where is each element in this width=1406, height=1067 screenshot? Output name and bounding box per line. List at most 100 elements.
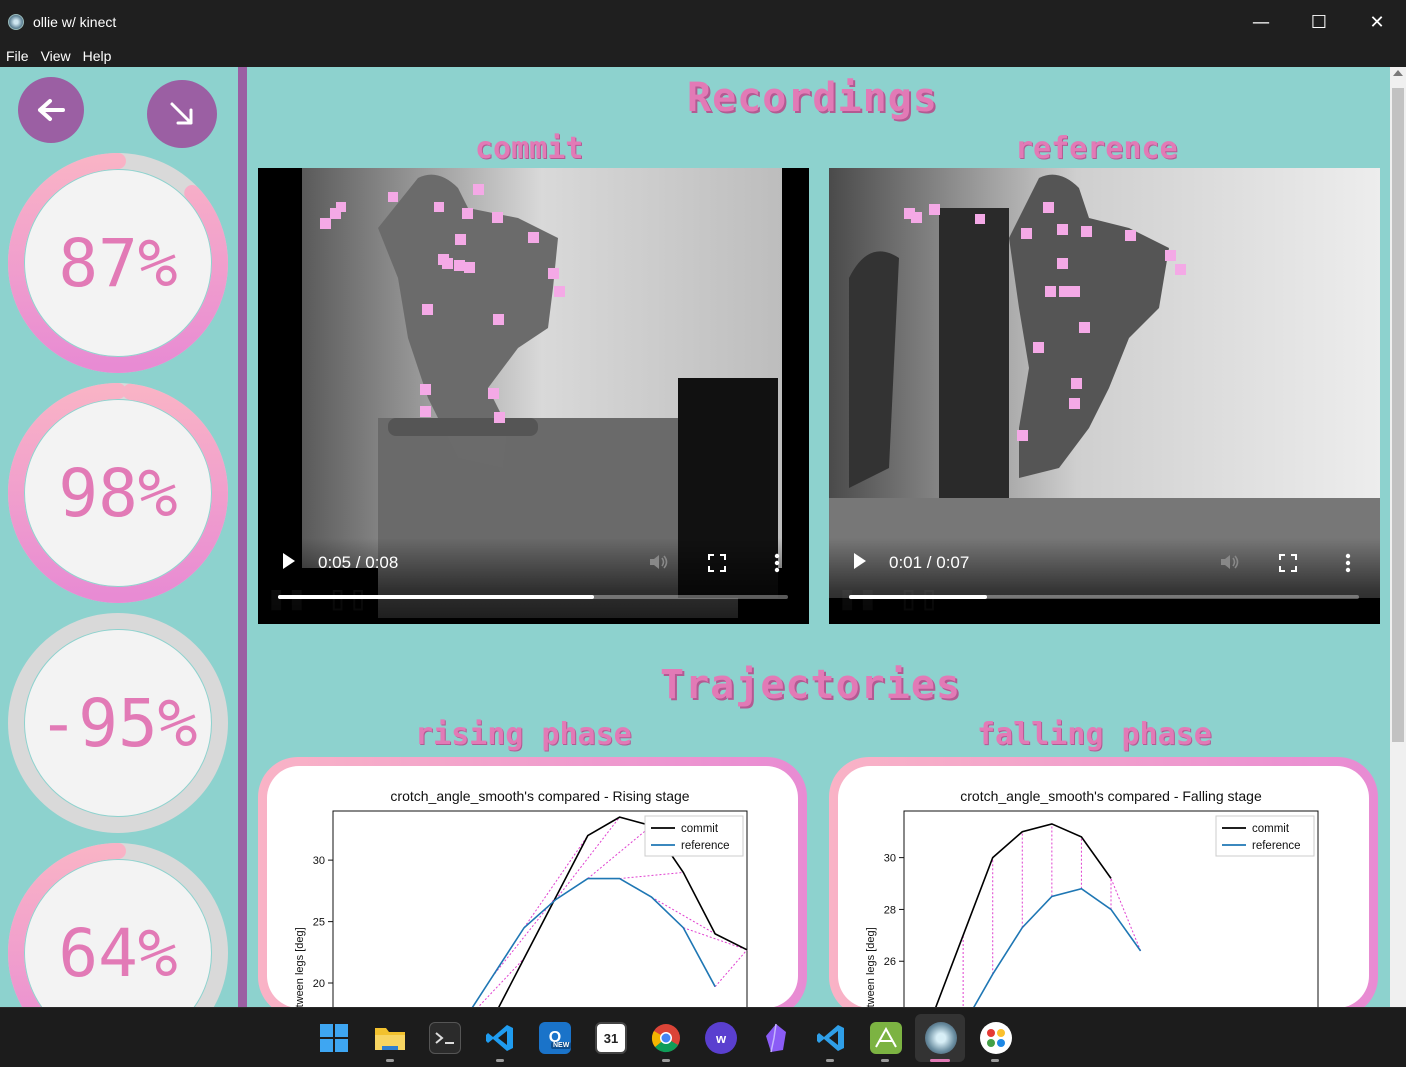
score-gauge: 87% bbox=[8, 153, 228, 373]
file-explorer-icon[interactable] bbox=[374, 1022, 406, 1054]
rising-chart: crotch_angle_smooth's compared - Rising … bbox=[294, 788, 748, 1007]
close-button[interactable]: ✕ bbox=[1348, 0, 1406, 44]
maximize-button[interactable]: ☐ bbox=[1290, 0, 1348, 44]
alignment-link bbox=[619, 871, 684, 880]
menu-help[interactable]: Help bbox=[83, 48, 112, 64]
chart-title: crotch_angle_smooth's compared - Falling… bbox=[960, 788, 1262, 804]
series-line-reference bbox=[973, 887, 1142, 1007]
score-gauge: 98% bbox=[8, 383, 228, 603]
video-progress-fill bbox=[278, 595, 595, 599]
alignment-link bbox=[477, 958, 525, 1007]
export-button[interactable] bbox=[147, 80, 217, 148]
menu-view[interactable]: View bbox=[41, 48, 71, 64]
terminal-icon[interactable] bbox=[429, 1022, 461, 1054]
video-controls bbox=[829, 538, 1380, 624]
y-tick-label: 30 bbox=[884, 853, 896, 865]
outlook-badge: NEW bbox=[551, 1042, 572, 1049]
more-options-icon[interactable] bbox=[774, 553, 780, 573]
window-title: ollie w/ kinect bbox=[33, 14, 117, 30]
fullscreen-icon[interactable] bbox=[1279, 554, 1297, 572]
vscode-icon[interactable] bbox=[815, 1022, 847, 1054]
legend-label: reference bbox=[681, 840, 730, 852]
video-progress-bar[interactable] bbox=[849, 595, 1359, 599]
recordings-heading: Recordings bbox=[687, 75, 938, 121]
y-tick-label: 26 bbox=[884, 956, 896, 968]
menu-file[interactable]: File bbox=[6, 48, 29, 64]
arrow-left-icon bbox=[38, 99, 65, 121]
legend-label: reference bbox=[1252, 840, 1301, 852]
chrome-icon[interactable] bbox=[650, 1022, 682, 1054]
score-value: 98% bbox=[58, 454, 178, 532]
rising-phase-label: rising phase bbox=[415, 717, 632, 752]
alignment-link bbox=[714, 949, 748, 988]
legend-label: commit bbox=[681, 823, 719, 835]
android-studio-icon[interactable] bbox=[870, 1022, 902, 1054]
minimize-button[interactable]: — bbox=[1232, 0, 1290, 44]
arrow-down-right-icon bbox=[170, 102, 193, 125]
falling-phase-label: falling phase bbox=[977, 717, 1212, 752]
score-gauge: -95% bbox=[8, 613, 228, 833]
menu-bar: File View Help bbox=[0, 44, 1406, 67]
webex-icon[interactable]: w bbox=[705, 1022, 737, 1054]
y-axis-label: between legs [deg] bbox=[865, 927, 877, 1007]
calendar-day: 31 bbox=[603, 1030, 619, 1046]
app-icon bbox=[8, 14, 24, 30]
sidebar-divider bbox=[238, 67, 247, 1007]
commit-video-label: commit bbox=[475, 131, 584, 166]
y-axis-label: between legs [deg] bbox=[294, 927, 306, 1007]
y-tick-label: 28 bbox=[884, 904, 896, 916]
chart-title: crotch_angle_smooth's compared - Rising … bbox=[390, 788, 689, 804]
score-sidebar: 87% 98% -95% 64% bbox=[0, 67, 238, 1007]
alignment-link bbox=[555, 816, 621, 900]
kinect-app-icon[interactable] bbox=[925, 1022, 957, 1054]
running-indicator bbox=[991, 1059, 999, 1062]
play-icon[interactable] bbox=[283, 553, 295, 569]
play-icon[interactable] bbox=[854, 553, 866, 569]
vscode-insiders-icon[interactable] bbox=[484, 1022, 516, 1054]
start-icon[interactable] bbox=[318, 1022, 350, 1054]
reference-video-player[interactable]: ▮▮ ▯▯ 0:01 / 0:07 bbox=[829, 168, 1380, 624]
scroll-up-icon[interactable] bbox=[1393, 70, 1403, 76]
score-value: 87% bbox=[58, 224, 178, 302]
falling-chart: crotch_angle_smooth's compared - Falling… bbox=[865, 788, 1319, 1007]
legend-label: commit bbox=[1252, 823, 1290, 835]
title-bar: ollie w/ kinect — ☐ ✕ bbox=[0, 0, 1406, 44]
outlook-new-icon[interactable]: O NEW bbox=[539, 1022, 572, 1054]
active-indicator bbox=[930, 1059, 950, 1062]
video-time: 0:05 / 0:08 bbox=[318, 553, 399, 572]
score-value: -95% bbox=[38, 684, 198, 762]
running-indicator bbox=[826, 1059, 834, 1062]
fullscreen-icon[interactable] bbox=[708, 554, 726, 572]
taskbar: O NEW 31 w bbox=[0, 1007, 1406, 1067]
paint-icon[interactable] bbox=[980, 1022, 1012, 1054]
main-panel: Recordings commit reference 0:05 / 0:08 … bbox=[247, 67, 1390, 1007]
running-indicator bbox=[496, 1059, 504, 1062]
obsidian-icon[interactable] bbox=[760, 1022, 792, 1054]
video-progress-fill bbox=[849, 595, 987, 599]
alignment-link bbox=[587, 825, 652, 879]
y-tick-label: 30 bbox=[313, 855, 325, 867]
rising-chart-card: crotch_angle_smooth's compared - Rising … bbox=[258, 757, 807, 1007]
score-value: 64% bbox=[58, 914, 178, 992]
series-line-reference bbox=[471, 877, 716, 1007]
y-tick-label: 25 bbox=[313, 917, 325, 929]
reference-video-label: reference bbox=[1015, 131, 1178, 166]
y-tick-label: 20 bbox=[313, 978, 325, 990]
score-gauge: 64% bbox=[8, 843, 228, 1007]
trajectories-heading: Trajectories bbox=[660, 662, 961, 708]
video-time: 0:01 / 0:07 bbox=[889, 553, 970, 572]
running-indicator bbox=[881, 1059, 889, 1062]
running-indicator bbox=[386, 1059, 394, 1062]
calendar-icon[interactable]: 31 bbox=[595, 1022, 627, 1054]
back-button[interactable] bbox=[18, 77, 84, 143]
commit-video-player[interactable]: ▮▮ ▯▯ 0:05 / 0:08 bbox=[258, 168, 809, 624]
more-options-icon[interactable] bbox=[1345, 553, 1351, 573]
volume-icon[interactable] bbox=[1219, 553, 1241, 571]
running-indicator bbox=[662, 1059, 670, 1062]
volume-icon[interactable] bbox=[648, 553, 670, 571]
scrollbar-thumb[interactable] bbox=[1392, 88, 1404, 742]
video-controls bbox=[258, 538, 809, 624]
falling-chart-card: crotch_angle_smooth's compared - Falling… bbox=[829, 757, 1378, 1007]
video-progress-bar[interactable] bbox=[278, 595, 788, 599]
alignment-link bbox=[523, 835, 589, 928]
